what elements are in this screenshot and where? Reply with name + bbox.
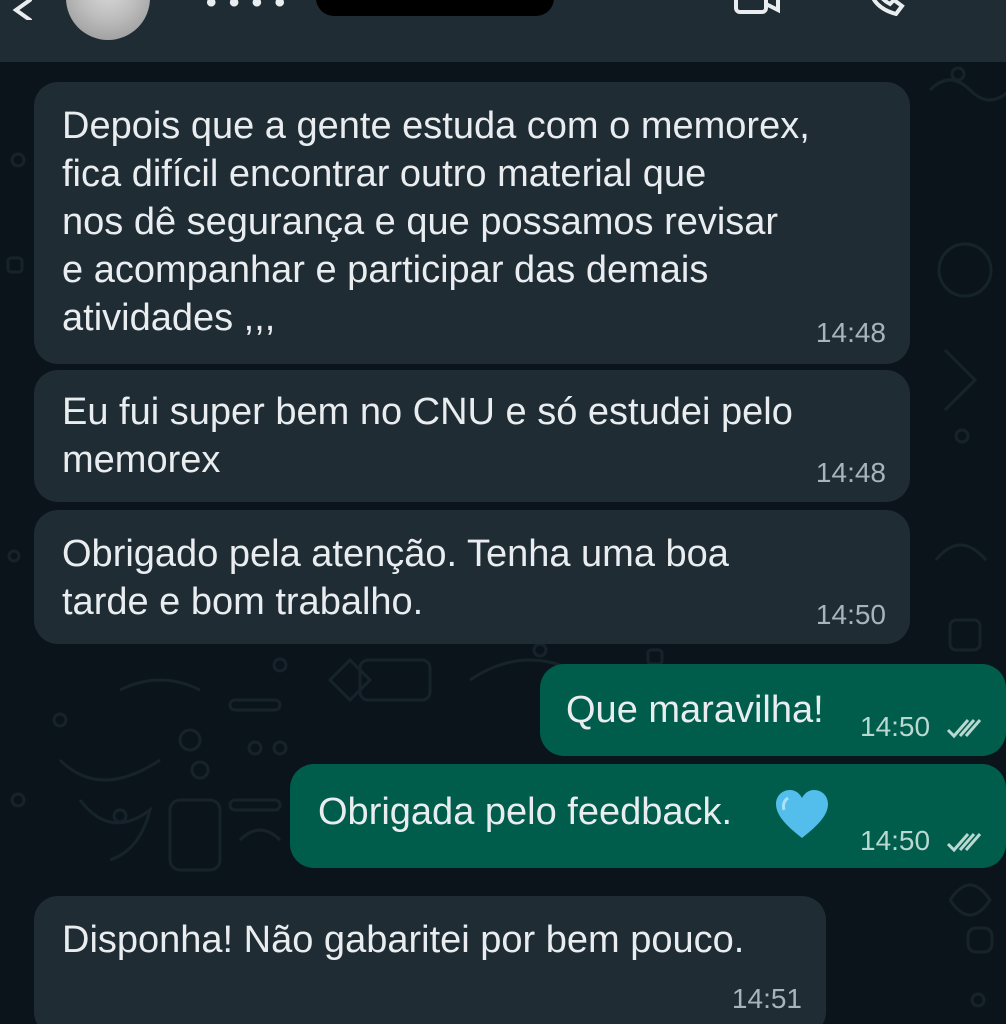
- name-redaction-bar: [316, 0, 554, 16]
- message-bubble-incoming[interactable]: Eu fui super bem no CNU e só estudei pel…: [34, 370, 910, 502]
- message-time: 14:50: [860, 825, 931, 856]
- video-call-icon[interactable]: [734, 0, 780, 14]
- message-bubble-incoming[interactable]: Disponha! Não gabaritei por bem pouco. 1…: [34, 896, 826, 1024]
- message-text: Obrigado pela atenção. Tenha uma boa tar…: [62, 533, 729, 623]
- message-time: 14:50: [815, 599, 886, 630]
- voice-call-icon[interactable]: [866, 0, 906, 16]
- message-time: 14:51: [731, 983, 802, 1014]
- message-bubble-outgoing[interactable]: Que maravilha! 14:50: [540, 664, 1006, 756]
- message-time: 14:50: [860, 711, 931, 742]
- message-text: Eu fui super bem no CNU e só estudei pel…: [62, 391, 793, 481]
- message-text: Disponha! Não gabaritei por bem pouco.: [62, 919, 745, 961]
- message-text: Obrigada pelo feedback.: [318, 791, 733, 833]
- contact-name[interactable]: • • • •: [206, 0, 287, 18]
- message-time: 14:48: [815, 457, 886, 488]
- double-check-icon: [946, 833, 982, 853]
- contact-avatar[interactable]: [66, 0, 150, 40]
- message-bubble-incoming[interactable]: Depois que a gente estuda com o memorex,…: [34, 82, 910, 364]
- message-bubble-outgoing[interactable]: Obrigada pelo feedback. 14:50: [290, 764, 1006, 868]
- double-check-icon: [946, 719, 982, 739]
- message-text: Depois que a gente estuda com o memorex,…: [62, 105, 810, 339]
- back-arrow-icon[interactable]: [0, 0, 34, 20]
- message-time: 14:48: [815, 317, 886, 348]
- chat-header: • • • •: [0, 0, 1006, 62]
- message-text: Que maravilha!: [566, 689, 824, 731]
- blue-heart-icon: [776, 790, 828, 838]
- message-bubble-incoming[interactable]: Obrigado pela atenção. Tenha uma boa tar…: [34, 510, 910, 644]
